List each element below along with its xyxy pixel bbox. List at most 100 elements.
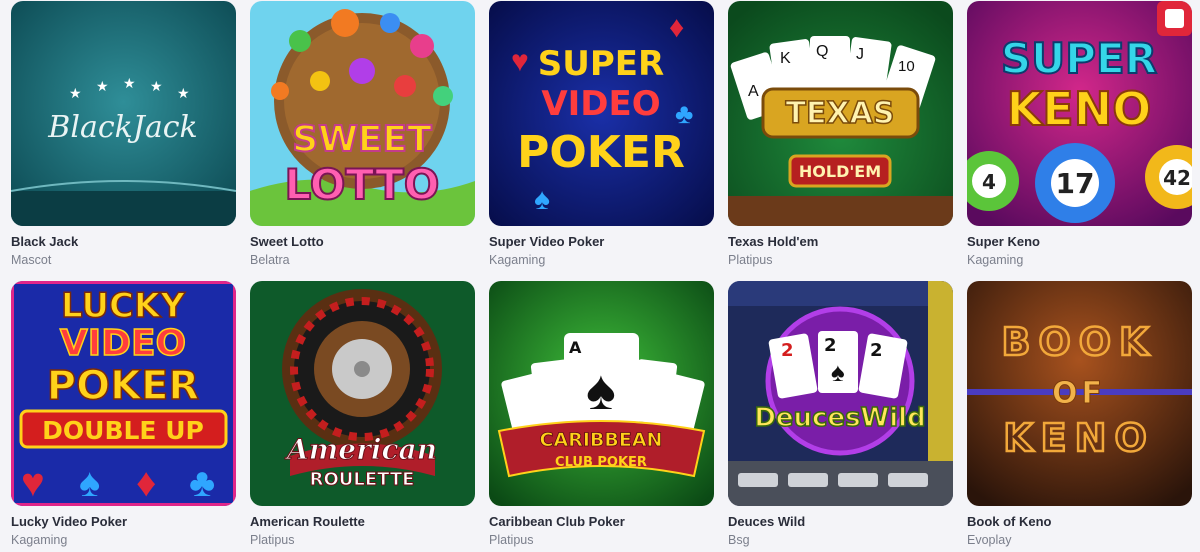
art-label: BOOK	[1001, 320, 1156, 364]
game-thumbnail[interactable]: A K Q J 10 TEXAS HOLD'EM	[728, 1, 953, 226]
game-card-black-jack[interactable]: ★ ★ ★ ★ ★ BlackJack Black Jack Mascot	[11, 1, 236, 271]
game-thumbnail[interactable]: ♥ ♦ ♣ ♠ SUPER VIDEO POKER	[489, 1, 714, 226]
book-of-keno-artwork: BOOK OF KENO	[967, 281, 1192, 506]
game-card-caribbean-club-poker[interactable]: ♠ A CARIBBEAN CLUB POKER Caribbean Club …	[489, 281, 714, 551]
game-title[interactable]: Super Keno	[967, 234, 1192, 250]
art-label: CLUB POKER	[555, 455, 647, 470]
game-provider: Platipus	[728, 253, 773, 267]
game-title[interactable]: Lucky Video Poker	[11, 514, 236, 530]
game-card-super-keno[interactable]: SUPER KENO 4 17 42 Super Keno Kagaming	[967, 1, 1192, 271]
svg-text:★: ★	[123, 75, 136, 91]
art-label: SUPER	[1001, 34, 1157, 83]
svg-text:Q: Q	[816, 43, 828, 60]
heart-icon: ♥	[21, 461, 45, 505]
card-rank: 2	[870, 340, 883, 361]
game-title[interactable]: American Roulette	[250, 514, 475, 530]
svg-text:A: A	[748, 83, 759, 100]
svg-text:J: J	[856, 46, 864, 63]
art-label: VIDEO	[60, 323, 186, 364]
spade-icon: ♠	[586, 358, 616, 421]
game-provider: Belatra	[250, 253, 290, 267]
spade-icon: ♠	[79, 461, 100, 505]
texas-holdem-artwork: A K Q J 10 TEXAS HOLD'EM	[728, 1, 953, 226]
art-label: OF	[1052, 376, 1106, 411]
deuces-wild-artwork: 2 2 2 ♠ DeucesWild	[728, 281, 953, 506]
club-icon: ♣	[675, 98, 693, 129]
card-rank: 2	[781, 340, 794, 361]
svg-text:K: K	[780, 50, 791, 67]
game-provider: Bsg	[728, 533, 750, 547]
caribbean-club-poker-artwork: ♠ A CARIBBEAN CLUB POKER	[489, 281, 714, 506]
game-card-book-of-keno[interactable]: BOOK OF KENO Book of Keno Evoplay	[967, 281, 1192, 551]
game-provider: Evoplay	[967, 533, 1012, 547]
art-label: VIDEO	[541, 84, 660, 124]
card-rank: 2	[824, 335, 837, 356]
art-label: POKER	[47, 363, 199, 409]
svg-text:10: 10	[898, 58, 915, 75]
super-keno-artwork: SUPER KENO 4 17 42	[967, 1, 1192, 226]
ball-label: 42	[1163, 166, 1191, 190]
game-thumbnail[interactable]: ♠ A CARIBBEAN CLUB POKER	[489, 281, 714, 506]
art-label: HOLD'EM	[799, 162, 881, 181]
game-provider: Kagaming	[489, 253, 546, 267]
game-title[interactable]: Sweet Lotto	[250, 234, 475, 250]
game-grid: ★ ★ ★ ★ ★ BlackJack Black Jack Mascot SWEET …	[0, 0, 1200, 552]
game-title[interactable]: Book of Keno	[967, 514, 1192, 530]
heart-icon: ♥	[511, 45, 529, 78]
game-card-super-video-poker[interactable]: ♥ ♦ ♣ ♠ SUPER VIDEO POKER Super Video Po…	[489, 1, 714, 271]
art-label: DeucesWild	[754, 403, 925, 433]
art-label: CARIBBEAN	[540, 429, 663, 451]
game-provider: Platipus	[250, 533, 295, 547]
game-thumbnail[interactable]: LUCKY VIDEO POKER DOUBLE UP ♥ ♠ ♦ ♣	[11, 281, 236, 506]
art-label: KENO	[1007, 82, 1152, 136]
game-thumbnail[interactable]: ★ ★ ★ ★ ★ BlackJack	[11, 1, 236, 226]
super-video-poker-artwork: ♥ ♦ ♣ ♠ SUPER VIDEO POKER	[489, 1, 714, 226]
game-provider: Mascot	[11, 253, 52, 267]
diamond-icon: ♦	[669, 11, 684, 44]
art-label: BlackJack	[47, 110, 197, 145]
art-label: LUCKY	[61, 286, 185, 326]
american-roulette-artwork: American ROULETTE	[250, 281, 475, 506]
game-thumbnail[interactable]: 2 2 2 ♠ DeucesWild	[728, 281, 953, 506]
game-card-lucky-video-poker[interactable]: LUCKY VIDEO POKER DOUBLE UP ♥ ♠ ♦ ♣ Luck…	[11, 281, 236, 551]
game-title[interactable]: Super Video Poker	[489, 234, 714, 250]
svg-text:A: A	[569, 338, 582, 357]
game-card-american-roulette[interactable]: American ROULETTE American Roulette Plat…	[250, 281, 475, 551]
svg-text:★: ★	[150, 78, 163, 94]
game-provider: Platipus	[489, 533, 534, 547]
art-label: SWEET	[292, 119, 432, 160]
art-label: American	[284, 433, 437, 466]
art-label: KENO	[1003, 416, 1155, 460]
club-icon: ♣	[189, 461, 215, 505]
spade-icon: ♠	[534, 183, 550, 216]
svg-text:★: ★	[96, 78, 109, 94]
art-label: SUPER	[538, 44, 664, 84]
game-title[interactable]: Texas Hold'em	[728, 234, 953, 250]
art-label: ROULETTE	[310, 469, 415, 490]
sweet-lotto-artwork: SWEET LOTTO	[250, 1, 475, 226]
game-thumbnail[interactable]: SUPER KENO 4 17 42	[967, 1, 1192, 226]
game-thumbnail[interactable]: BOOK OF KENO	[967, 281, 1192, 506]
game-title[interactable]: Caribbean Club Poker	[489, 514, 714, 530]
art-label: DOUBLE UP	[42, 416, 204, 445]
game-card-sweet-lotto[interactable]: SWEET LOTTO Sweet Lotto Belatra	[250, 1, 475, 271]
ball-label: 17	[1056, 167, 1095, 200]
diamond-icon: ♦	[136, 461, 156, 505]
spade-icon: ♠	[831, 357, 845, 387]
art-label: TEXAS	[786, 96, 895, 131]
game-card-texas-holdem[interactable]: A K Q J 10 TEXAS HOLD'EM Texas Hold'em Plati…	[728, 1, 953, 271]
blackjack-artwork: ★ ★ ★ ★ ★ BlackJack	[11, 1, 236, 226]
art-label: LOTTO	[285, 160, 440, 209]
art-label: POKER	[517, 127, 685, 178]
ball-label: 4	[982, 170, 996, 194]
svg-text:★: ★	[69, 85, 82, 101]
game-provider: Kagaming	[967, 253, 1024, 267]
game-thumbnail[interactable]: American ROULETTE	[250, 281, 475, 506]
lucky-video-poker-artwork: LUCKY VIDEO POKER DOUBLE UP ♥ ♠ ♦ ♣	[11, 281, 236, 506]
game-card-deuces-wild[interactable]: 2 2 2 ♠ DeucesWild Deuces Wild Bsg	[728, 281, 953, 551]
game-thumbnail[interactable]: SWEET LOTTO	[250, 1, 475, 226]
game-title[interactable]: Black Jack	[11, 234, 236, 250]
svg-text:★: ★	[177, 85, 190, 101]
game-provider: Kagaming	[11, 533, 68, 547]
game-title[interactable]: Deuces Wild	[728, 514, 953, 530]
